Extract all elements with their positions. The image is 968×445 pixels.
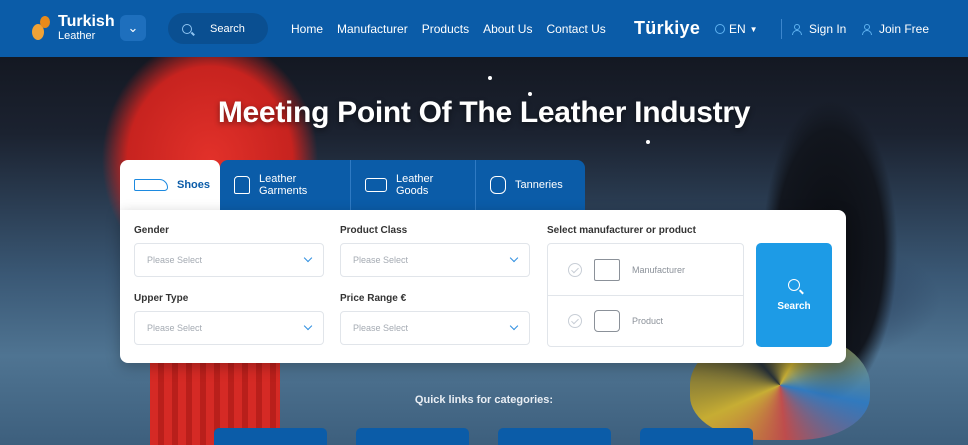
price-range-select[interactable]: Please Select xyxy=(340,311,530,345)
manufacturer-option-label: Manufacturer xyxy=(632,264,686,275)
quick-link-button[interactable] xyxy=(356,428,469,445)
check-circle-icon xyxy=(568,262,582,277)
stage-light xyxy=(488,76,492,80)
logo-subtitle: Leather xyxy=(58,30,96,42)
tab-label: Shoes xyxy=(177,179,211,191)
gender-label: Gender xyxy=(134,225,170,236)
language-selector[interactable]: EN ▼ xyxy=(715,22,758,36)
nav-link-about-us[interactable]: About Us xyxy=(483,22,532,36)
nav-divider xyxy=(781,19,782,39)
product-option[interactable]: Product xyxy=(548,295,743,346)
upper-type-select[interactable]: Please Select xyxy=(134,311,324,345)
tab-leather-goods[interactable]: Leather Goods xyxy=(350,160,475,210)
search-label: Search xyxy=(210,22,245,35)
search-submit-button[interactable]: Search xyxy=(756,243,832,347)
join-free-link[interactable]: Join Free xyxy=(862,22,929,36)
tab-leather-garments[interactable]: Leather Garments xyxy=(220,160,350,210)
quick-link-button[interactable] xyxy=(640,428,753,445)
nav-link-contact-us[interactable]: Contact Us xyxy=(546,22,605,36)
search-panel: Gender Please Select Product Class Pleas… xyxy=(120,210,846,363)
tab-shoes[interactable]: Shoes xyxy=(120,160,220,210)
site-logo[interactable]: Turkish Leather xyxy=(32,14,115,42)
manufacturer-product-options: Manufacturer Product xyxy=(547,243,744,347)
language-label: EN xyxy=(729,22,746,36)
caret-down-icon: ▼ xyxy=(749,24,758,34)
tab-label: Tanneries xyxy=(515,179,563,191)
factory-icon xyxy=(594,258,620,281)
search-button-label: Search xyxy=(777,300,811,312)
search-icon xyxy=(182,23,192,34)
check-circle-icon xyxy=(568,314,582,328)
nav-link-products[interactable]: Products xyxy=(422,22,469,36)
sign-in-link[interactable]: Sign In xyxy=(792,22,846,36)
chevron-down-icon xyxy=(303,321,313,331)
nav-link-home[interactable]: Home xyxy=(291,22,323,36)
tab-label: Leather Garments xyxy=(259,173,308,197)
hero-headline: Meeting Point Of The Leather Industry xyxy=(217,96,751,129)
tab-tanneries[interactable]: Tanneries xyxy=(475,160,585,210)
upper-type-label: Upper Type xyxy=(134,293,189,304)
user-icon xyxy=(792,23,802,35)
manufacturer-option[interactable]: Manufacturer xyxy=(548,244,743,295)
logo-icon xyxy=(32,16,52,40)
gender-value: Please Select xyxy=(147,255,203,265)
chevron-down-icon xyxy=(509,253,519,263)
quick-link-button[interactable] xyxy=(498,428,611,445)
price-range-label: Price Range € xyxy=(340,293,407,304)
chevron-down-icon: ⌄ xyxy=(127,20,139,35)
search-icon xyxy=(788,278,800,291)
chevron-down-icon xyxy=(303,253,313,263)
bag-icon xyxy=(365,178,387,192)
gender-select[interactable]: Please Select xyxy=(134,243,324,277)
sign-in-label: Sign In xyxy=(809,22,847,36)
jacket-icon xyxy=(234,176,250,194)
upper-type-value: Please Select xyxy=(147,323,203,333)
product-option-label: Product xyxy=(632,316,664,326)
top-navbar: Turkish Leather ⌄ Search Home Manufactur… xyxy=(0,0,968,57)
search-button[interactable]: Search xyxy=(168,13,268,44)
nav-links: Home Manufacturer Products About Us Cont… xyxy=(291,22,606,36)
product-class-select[interactable]: Please Select xyxy=(340,243,530,277)
logo-title: Turkish xyxy=(58,13,115,30)
hide-icon xyxy=(490,176,506,194)
quick-links-title: Quick links for categories: xyxy=(414,394,554,406)
product-class-value: Please Select xyxy=(353,255,409,265)
nav-link-manufacturer[interactable]: Manufacturer xyxy=(337,22,408,36)
stage-light xyxy=(646,140,650,144)
country-label: Türkiye xyxy=(634,18,701,38)
chevron-down-icon xyxy=(509,321,519,331)
category-tabs: Shoes Leather Garments Leather Goods Tan… xyxy=(120,160,585,210)
price-range-value: Please Select xyxy=(353,323,409,333)
tab-label: Leather Goods xyxy=(396,173,434,197)
select-manufacturer-product-label: Select manufacturer or product xyxy=(547,225,696,236)
globe-icon xyxy=(715,24,725,34)
quick-link-button[interactable] xyxy=(214,428,327,445)
add-user-icon xyxy=(862,23,872,35)
menu-toggle-button[interactable]: ⌄ xyxy=(120,15,146,41)
product-class-label: Product Class xyxy=(340,225,408,236)
product-box-icon xyxy=(594,310,620,332)
shoe-icon xyxy=(134,179,168,191)
join-free-label: Join Free xyxy=(879,22,930,36)
